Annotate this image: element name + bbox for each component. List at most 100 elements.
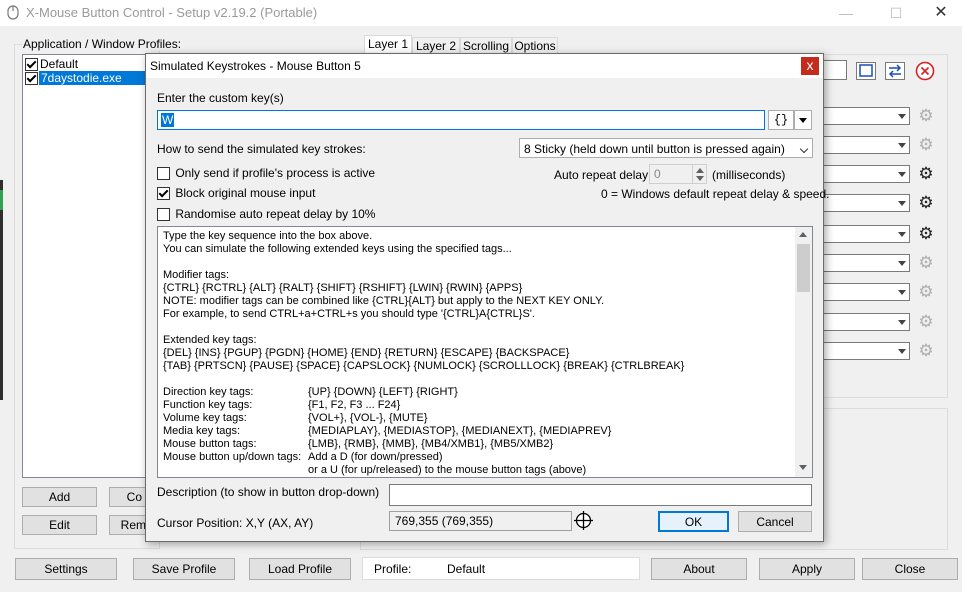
add-profile-button[interactable]: Add [22,487,97,507]
profile-status-value: Default [447,562,486,576]
ok-button[interactable]: OK [658,511,729,532]
repeat-delay-label: Auto repeat delay [554,168,649,182]
profile-status: Profile: Default [362,557,640,580]
gear-icon[interactable]: ⚙ [917,194,935,212]
help-scrollbar[interactable] [795,227,812,477]
block-input-checkbox[interactable] [157,187,170,201]
gear-icon[interactable]: ⚙ [917,165,935,183]
button-action-dropdown[interactable] [820,107,910,125]
dialog-close-button[interactable]: x [801,57,819,75]
simulated-keystrokes-dialog: Simulated Keystrokes - Mouse Button 5 x … [145,53,829,542]
gear-icon[interactable]: ⚙ [917,313,935,331]
only-send-option[interactable]: Only send if profile's process is active [157,166,375,181]
list-item[interactable]: 7daystodie.exe [24,71,148,86]
profile-status-label: Profile: [374,562,412,576]
remove-app-button[interactable] [914,60,936,82]
profiles-list[interactable]: Default 7daystodie.exe [22,54,150,478]
cancel-button[interactable]: Cancel [738,511,812,532]
tab-layer-2[interactable]: Layer 2 [412,37,460,54]
help-tag-values: {MEDIAPLAY}, {MEDIASTOP}, {MEDIANEXT}, {… [308,425,612,437]
button-action-dropdown[interactable] [820,136,910,154]
crosshair-icon [574,511,593,530]
help-line: NOTE: modifier tags can be combined like… [163,295,605,307]
custom-key-value: W [161,113,175,127]
settings-button[interactable]: Settings [15,558,117,580]
send-mode-select[interactable]: 8 Sticky (held down until button is pres… [519,138,813,158]
button-action-dropdown[interactable] [820,194,910,212]
scroll-down-icon[interactable] [799,465,807,470]
only-send-checkbox[interactable] [157,167,170,181]
gear-icon[interactable]: ⚙ [917,225,935,243]
scroll-thumb[interactable] [797,244,810,292]
button-action-dropdown[interactable] [820,225,910,243]
close-button[interactable]: Close [862,558,958,580]
remove-profile-button[interactable]: Rem [109,515,149,535]
spinner-arrows[interactable] [692,165,707,183]
apply-button[interactable]: Apply [759,558,855,580]
remove-circle-icon [915,61,935,81]
gear-icon[interactable]: ⚙ [917,107,935,125]
help-tag-category: Media key tags: [163,425,241,437]
cursor-position-label: Cursor Position: X,Y (AX, AY) [157,516,314,530]
button-action-dropdown[interactable] [820,283,910,301]
help-text-area[interactable]: Type the key sequence into the box above… [157,226,813,478]
profile-default-checkbox[interactable] [25,58,38,72]
description-input[interactable] [389,484,812,506]
gear-icon[interactable]: ⚙ [917,342,935,360]
randomise-checkbox[interactable] [157,208,170,222]
minimize-button[interactable]: — [823,0,869,26]
list-item[interactable]: Default [24,57,144,72]
block-input-option[interactable]: Block original mouse input [157,186,315,201]
tab-layer-1[interactable]: Layer 1 [364,35,412,54]
button-action-dropdown[interactable] [820,313,910,331]
title-bar: X-Mouse Button Control - Setup v2.19.2 (… [0,0,962,26]
help-tag-values: {UP} {DOWN} {LEFT} {RIGHT} [308,386,458,398]
gear-icon[interactable]: ⚙ [917,254,935,272]
help-tag-values: or a U (for up/released) to the mouse bu… [308,464,587,476]
tab-options[interactable]: Options [512,37,558,54]
gear-icon[interactable]: ⚙ [917,136,935,154]
profile-7daystodie-checkbox[interactable] [25,72,38,86]
repeat-delay-spinner[interactable]: 0 [649,164,707,184]
button-action-dropdown[interactable] [820,165,910,183]
help-tag-category: Volume key tags: [163,412,247,424]
gear-icon[interactable]: ⚙ [917,283,935,301]
dialog-title-bar: Simulated Keystrokes - Mouse Button 5 x [146,54,823,78]
window-close-button[interactable]: ✕ [918,0,962,26]
help-line: Modifier tags: [163,269,230,281]
crosshair-picker[interactable] [573,510,594,531]
help-line: You can simulate the following extended … [163,243,512,255]
edit-profile-button[interactable]: Edit [22,515,97,535]
button-action-dropdown[interactable] [820,342,910,360]
help-tag-values: Add a D (for down/pressed) [308,451,443,463]
copy-profile-button[interactable]: Co [109,487,149,507]
cursor-position-field: 769,355 (769,355) [389,511,572,531]
cursor-position-value: 769,355 (769,355) [395,514,494,528]
help-line: Extended key tags: [163,334,257,346]
custom-key-input[interactable]: W [157,110,765,130]
chevron-down-icon [799,144,809,154]
help-tag-values: {F1, F2, F3 ... F24} [308,399,401,411]
maximize-button[interactable]: ☐ [873,0,919,26]
swap-button[interactable] [885,62,905,80]
insert-tags-button[interactable]: {} [768,110,794,130]
randomise-label: Randomise auto repeat delay by 10% [175,207,376,221]
load-profile-button[interactable]: Load Profile [249,558,351,580]
window-icon [859,64,873,77]
about-button[interactable]: About [651,558,747,580]
button-action-dropdown[interactable] [820,254,910,272]
app-mouse-icon [7,5,19,20]
app-field[interactable] [820,60,847,80]
help-line: Type the key sequence into the box above… [163,230,373,242]
window-select-button[interactable] [856,62,876,80]
repeat-delay-note: 0 = Windows default repeat delay & speed… [601,187,830,201]
window-edge-accent [0,190,3,210]
scroll-up-icon[interactable] [799,232,807,237]
dialog-title: Simulated Keystrokes - Mouse Button 5 [150,59,361,73]
how-to-send-label: How to send the simulated key strokes: [157,142,366,156]
tags-dropdown-button[interactable] [794,110,812,130]
save-profile-button[interactable]: Save Profile [133,558,235,580]
randomise-option[interactable]: Randomise auto repeat delay by 10% [157,207,376,222]
tab-scrolling[interactable]: Scrolling [460,37,512,54]
spin-up-icon [696,168,704,173]
